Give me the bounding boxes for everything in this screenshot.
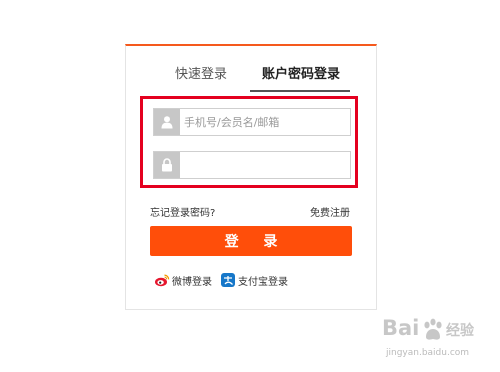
alipay-login-link[interactable]: 支付宝登录	[220, 272, 288, 288]
username-field[interactable]	[153, 108, 351, 136]
tab-quick-login[interactable]: 快速登录	[166, 66, 236, 90]
tab-account-login[interactable]: 账户密码登录	[256, 66, 346, 90]
watermark-brand: Bai	[382, 316, 420, 340]
baidu-jingyan-watermark: Bai 经验 jingyan.baidu.com	[382, 316, 497, 370]
username-input[interactable]	[184, 109, 348, 135]
password-input[interactable]	[184, 152, 348, 178]
login-button[interactable]: 登 录	[150, 226, 352, 256]
password-field[interactable]	[153, 151, 351, 179]
paw-icon	[424, 318, 442, 340]
alipay-icon	[220, 272, 236, 288]
weibo-login-label: 微博登录	[172, 276, 212, 288]
user-icon	[154, 109, 180, 135]
forgot-password-link[interactable]: 忘记登录密码?	[150, 204, 215, 219]
lock-icon	[154, 152, 180, 178]
highlight-box	[140, 96, 358, 188]
weibo-icon	[154, 272, 170, 288]
alipay-login-label: 支付宝登录	[238, 276, 288, 288]
watermark-brand-cn: 经验	[446, 323, 474, 339]
watermark-url: jingyan.baidu.com	[386, 348, 470, 358]
register-link[interactable]: 免费注册	[310, 204, 350, 219]
weibo-login-link[interactable]: 微博登录	[154, 272, 212, 288]
login-panel: 快速登录 账户密码登录 忘记登录密码? 免费注册 登 录	[125, 44, 377, 310]
active-tab-underline	[250, 90, 350, 92]
